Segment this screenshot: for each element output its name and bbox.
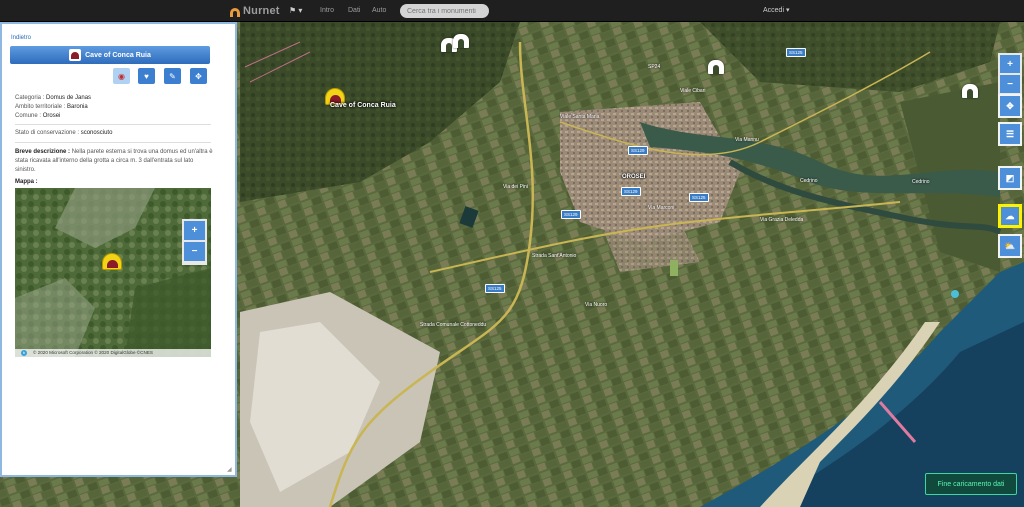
move-icon: ✥: [195, 71, 202, 81]
list-button[interactable]: ☰: [998, 122, 1022, 146]
road-name: Via Nuoro: [585, 302, 608, 308]
nurnet-logo-icon: [230, 6, 240, 17]
wrench-icon: ✎: [169, 71, 176, 81]
monument-title: Cave of Conca Ruia: [85, 51, 151, 59]
road-shield: SS125: [786, 48, 806, 57]
map-zoom-in-button[interactable]: +: [1000, 55, 1020, 73]
municipality-row: Comune : Orosei: [15, 113, 60, 119]
road-name: Cedrino: [912, 179, 930, 185]
resize-grip-icon[interactable]: ◢: [227, 467, 234, 474]
road-shield: SS125: [689, 193, 709, 202]
list-icon: ☰: [1005, 128, 1015, 139]
minimap-imagery: [15, 188, 211, 357]
cloud-icon: ⛅: [1004, 240, 1016, 251]
brand[interactable]: Nurnet: [230, 3, 280, 19]
top-navbar: Nurnet ⚑ ▾ Intro Dati Auto Accedi ▾: [0, 0, 1024, 22]
locate-button[interactable]: ✥: [998, 94, 1022, 118]
road-name: SP24: [648, 64, 661, 70]
minimap-zoom-control: + −: [182, 219, 207, 265]
monument-title-bar: Cave of Conca Ruia: [10, 46, 210, 64]
map-section-label: Mappa :: [15, 179, 38, 185]
municipality-label: Comune :: [15, 113, 42, 119]
share-button[interactable]: ◉: [113, 68, 130, 84]
road-shield: SS129: [561, 210, 581, 219]
road-shield: SS129: [628, 146, 648, 155]
back-link[interactable]: Indietro: [11, 35, 31, 41]
monument-marker[interactable]: [708, 60, 724, 74]
road-name: Via Grazia Deledda: [760, 217, 804, 223]
monument-marker[interactable]: [962, 84, 978, 98]
favorite-button[interactable]: ♥: [138, 68, 155, 84]
road-name: Via Mannu: [735, 137, 759, 143]
detail-minimap[interactable]: + − © 2020 Microsoft Corporation © 2020 …: [15, 188, 211, 357]
nav-link-intro[interactable]: Intro: [320, 4, 334, 18]
share-icon: ◉: [118, 71, 125, 81]
description-label: Breve descrizione :: [15, 149, 71, 155]
conservation-row: Stato di conservazione : sconosciuto: [15, 130, 112, 136]
monument-detail-panel: Indietro Cave of Conca Ruia ◉ ♥ ✎ ✥ Cate…: [0, 22, 237, 477]
map-style-icon: ☁: [1005, 210, 1015, 221]
conservation-label: Stato di conservazione :: [15, 130, 80, 136]
map-attribution: © 2020 Microsoft Corporation © 2020 Digi…: [15, 349, 211, 357]
road-name: Strada Comunale Cottoneddu: [420, 322, 487, 328]
monument-search-input[interactable]: [400, 4, 489, 18]
category-label: Categoria :: [15, 95, 45, 101]
crosshair-icon: ✥: [1006, 100, 1014, 111]
road-name: Viale Santa Maria: [560, 114, 600, 120]
territory-row: Ambito territoriale : Baronia: [15, 104, 88, 110]
selected-monument-label: Cave of Conca Ruia: [330, 102, 396, 109]
layers-button[interactable]: ◩: [998, 166, 1022, 190]
domus-icon: [69, 49, 82, 61]
road-name: Cedrino: [800, 178, 818, 184]
territory-label: Ambito territoriale :: [15, 104, 66, 110]
category-row: Categoria : Domus de Janas: [15, 95, 91, 101]
weather-button[interactable]: ⛅: [998, 234, 1022, 258]
description: Breve descrizione : Nella parete esterna…: [15, 148, 213, 175]
heart-icon: ♥: [144, 71, 149, 81]
basemap-button[interactable]: ☁: [998, 204, 1022, 228]
town-label-orosei: OROSEI: [622, 174, 646, 180]
minimap-zoom-out-button[interactable]: −: [184, 242, 205, 261]
chevron-down-icon: ▾: [298, 6, 303, 15]
layers-icon: ◩: [1005, 172, 1015, 183]
minimap-monument-marker[interactable]: [102, 253, 122, 270]
nav-link-dati[interactable]: Dati: [348, 4, 360, 18]
move-button[interactable]: ✥: [190, 68, 207, 84]
road-shield: SS125: [485, 284, 505, 293]
territory-value: Baronia: [67, 104, 88, 110]
road-name: Via dei Pini: [503, 184, 528, 190]
nav-link-auto[interactable]: Auto: [372, 4, 386, 18]
data-loaded-toast: Fine caricamento dati: [925, 473, 1017, 495]
divider: [15, 124, 211, 125]
map-zoom-out-button[interactable]: −: [1000, 75, 1020, 93]
divider: [15, 142, 211, 143]
monument-marker[interactable]: [453, 34, 469, 48]
conservation-value: sconosciuto: [80, 130, 113, 136]
map-zoom-control: + −: [998, 53, 1022, 95]
road-name: Via Marconi: [648, 205, 675, 211]
road-name: Strada Sant'Antonio: [532, 253, 577, 259]
brand-name: Nurnet: [243, 5, 280, 17]
road-name: Viale Cibari: [680, 88, 706, 94]
flag-icon: ⚑: [289, 6, 297, 15]
language-flag-dropdown[interactable]: ⚑ ▾: [289, 4, 302, 18]
category-value: Domus de Janas: [46, 95, 92, 101]
minimap-zoom-in-button[interactable]: +: [184, 221, 205, 240]
login-dropdown[interactable]: Accedi ▾: [763, 4, 789, 18]
road-shield: SS129: [621, 187, 641, 196]
municipality-value: Orosei: [42, 113, 61, 119]
edit-button[interactable]: ✎: [164, 68, 181, 84]
